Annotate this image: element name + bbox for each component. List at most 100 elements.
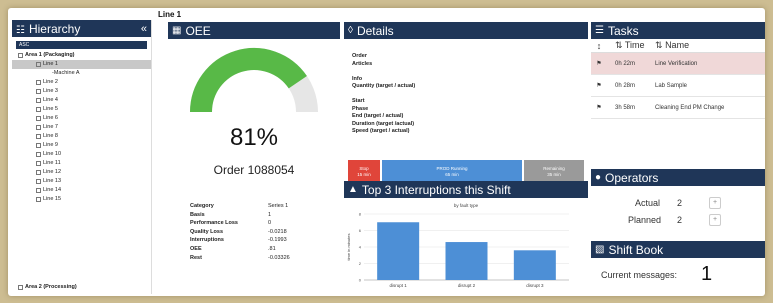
messages-label: Current messages:	[601, 270, 678, 280]
shiftbook-panel[interactable]: ▧ Shift Book Current messages: 1	[591, 241, 765, 294]
tree-line-item[interactable]: Line 4	[12, 96, 151, 105]
hierarchy-header: ☷ Hierarchy «	[12, 20, 151, 37]
stat-row: Performance Loss 0	[190, 219, 290, 228]
interruptions-header: ▲ Top 3 Interruptions this Shift	[344, 181, 588, 198]
y-axis-label: time in minutes	[346, 234, 351, 261]
line-icon	[36, 152, 41, 157]
stat-row: Quality Loss -0.0218	[190, 228, 290, 237]
tree-machine-item[interactable]: - Machine A	[12, 69, 151, 78]
tree-line-item[interactable]: Line 14	[12, 186, 151, 195]
stat-value: 0	[268, 220, 272, 227]
task-time: 3h 58m	[615, 104, 636, 111]
task-time: 0h 22m	[615, 60, 636, 67]
planned-stepper[interactable]: +	[709, 214, 721, 226]
y-tick-label: 4	[359, 245, 362, 250]
line-icon	[36, 134, 41, 139]
hierarchy-panel: ☷ Hierarchy « ASC Area 1 (Packaging) Line …	[12, 20, 152, 294]
tree-line-item[interactable]: Line 11	[12, 159, 151, 168]
tree-item-label: Line 13	[43, 178, 62, 184]
order-number: Order 1088054	[213, 163, 295, 177]
tasks-panel: ☰ Tasks ↕ ⇅ Time ⇅ Name ⚑ 0h 22m Line Veri…	[591, 22, 765, 167]
tree-item-label: Line 5	[43, 106, 58, 112]
details-panel: ◊ Details Order Articles Info Quantity (tar…	[344, 22, 588, 188]
oee-panel: ▦ OEE 81% Order 1088054 Category Series 1…	[168, 22, 340, 294]
tree-line-item[interactable]: Line 13	[12, 177, 151, 186]
line-icon	[36, 188, 41, 193]
actual-value: 2	[677, 198, 683, 208]
tree-line-item[interactable]: Line 2	[12, 78, 151, 87]
tree-line-item[interactable]: Line 7	[12, 123, 151, 132]
interruptions-panel: ▲ Top 3 Interruptions this Shift by faul…	[344, 181, 588, 294]
detail-field: Info	[352, 75, 363, 82]
tree-line-item[interactable]: Line 8	[12, 132, 151, 141]
stat-key: Interruptions	[190, 237, 224, 244]
line-icon	[36, 179, 41, 184]
task-time: 0h 28m	[615, 82, 636, 89]
task-name: Line Verification	[655, 60, 698, 67]
task-row[interactable]: ⚑ 0h 28m Lab Sample	[591, 75, 765, 97]
tree-item-label: Line 4	[43, 97, 58, 103]
interruptions-chart: by fault type time in minutes 0 2 4 6 8 disrupt…	[346, 203, 569, 288]
interruptions-title: Top 3 Interruptions this Shift	[361, 182, 511, 197]
actual-stepper[interactable]: +	[709, 197, 721, 209]
tree-item-label: Line 7	[43, 124, 58, 130]
name-column-header[interactable]: ⇅ Name	[655, 40, 765, 51]
app-frame: ☷ Hierarchy « ASC Area 1 (Packaging) Line …	[8, 8, 765, 296]
y-tick-label: 2	[359, 261, 362, 266]
tree-line-item[interactable]: Line 15	[12, 195, 151, 204]
detail-field: Quantity (target / actual)	[352, 83, 416, 89]
detail-field: Duration (target /actual)	[352, 120, 415, 127]
tree-line-item[interactable]: Line 3	[12, 87, 151, 96]
stat-value: Series 1	[268, 203, 289, 209]
gauge-value-arc	[190, 48, 307, 113]
stat-key: Basis	[190, 211, 205, 218]
tree-area-item[interactable]: Area 2 (Processing)	[12, 283, 77, 292]
warning-icon: ▲	[348, 184, 358, 195]
x-tick-label: disrupt 3	[526, 283, 544, 288]
shiftbook-title: Shift Book	[608, 242, 664, 257]
tree-item-label: Line 1	[43, 61, 58, 67]
tree-line-item[interactable]: Line 5	[12, 105, 151, 114]
bar	[377, 222, 420, 280]
list-icon: ☰	[595, 25, 604, 36]
oee-title: OEE	[185, 23, 211, 38]
tree-line-item[interactable]: Line 1	[12, 60, 151, 69]
detail-field: Phase	[352, 105, 369, 112]
tasks-header: ☰ Tasks	[591, 22, 765, 39]
line-icon	[36, 125, 41, 130]
line-icon	[36, 89, 41, 94]
page-title: Line 1	[158, 10, 182, 19]
task-row[interactable]: ⚑ 3h 58m Cleaning End PM Change	[591, 97, 765, 119]
tree-line-item[interactable]: Line 6	[12, 114, 151, 123]
stat-value: -0.0218	[268, 228, 287, 235]
tree-line-item[interactable]: Line 12	[12, 168, 151, 177]
stat-key: OEE	[190, 245, 202, 252]
task-name: Cleaning End PM Change	[655, 104, 725, 111]
tree-item-label: Line 10	[43, 151, 62, 157]
tree-item-label: Line 3	[43, 88, 58, 94]
segment-duration: 35 min	[547, 171, 561, 177]
expand-icon	[18, 53, 23, 58]
sort-bar[interactable]: ASC	[16, 41, 147, 49]
task-type-icon: ⚑	[596, 105, 602, 111]
line-icon	[36, 161, 41, 166]
stat-row: Category Series 1	[190, 202, 290, 211]
line-icon	[36, 98, 41, 103]
detail-field: Articles	[352, 60, 373, 67]
time-column-header[interactable]: ⇅ Time	[607, 40, 655, 51]
details-title: Details	[356, 23, 394, 38]
tree-line-item[interactable]: Line 10	[12, 150, 151, 159]
details-icon: ◊	[348, 25, 353, 36]
person-icon: ●	[595, 172, 602, 183]
collapse-panel-button[interactable]: «	[141, 23, 147, 35]
tree-item-label: Line 2	[43, 79, 58, 85]
stat-row: OEE .81	[190, 245, 290, 254]
expand-icon[interactable]: ↕	[591, 41, 607, 51]
task-row[interactable]: ⚑ 0h 22m Line Verification	[591, 53, 765, 75]
tree-item-label: Line 15	[43, 196, 62, 202]
tree-item-label: Area 1 (Packaging)	[25, 52, 75, 58]
messages-count: 1	[701, 263, 713, 285]
tree-area-item[interactable]: Area 1 (Packaging)	[12, 51, 151, 60]
tree-line-item[interactable]: Line 9	[12, 141, 151, 150]
tree-item-label: Line 14	[43, 187, 62, 193]
